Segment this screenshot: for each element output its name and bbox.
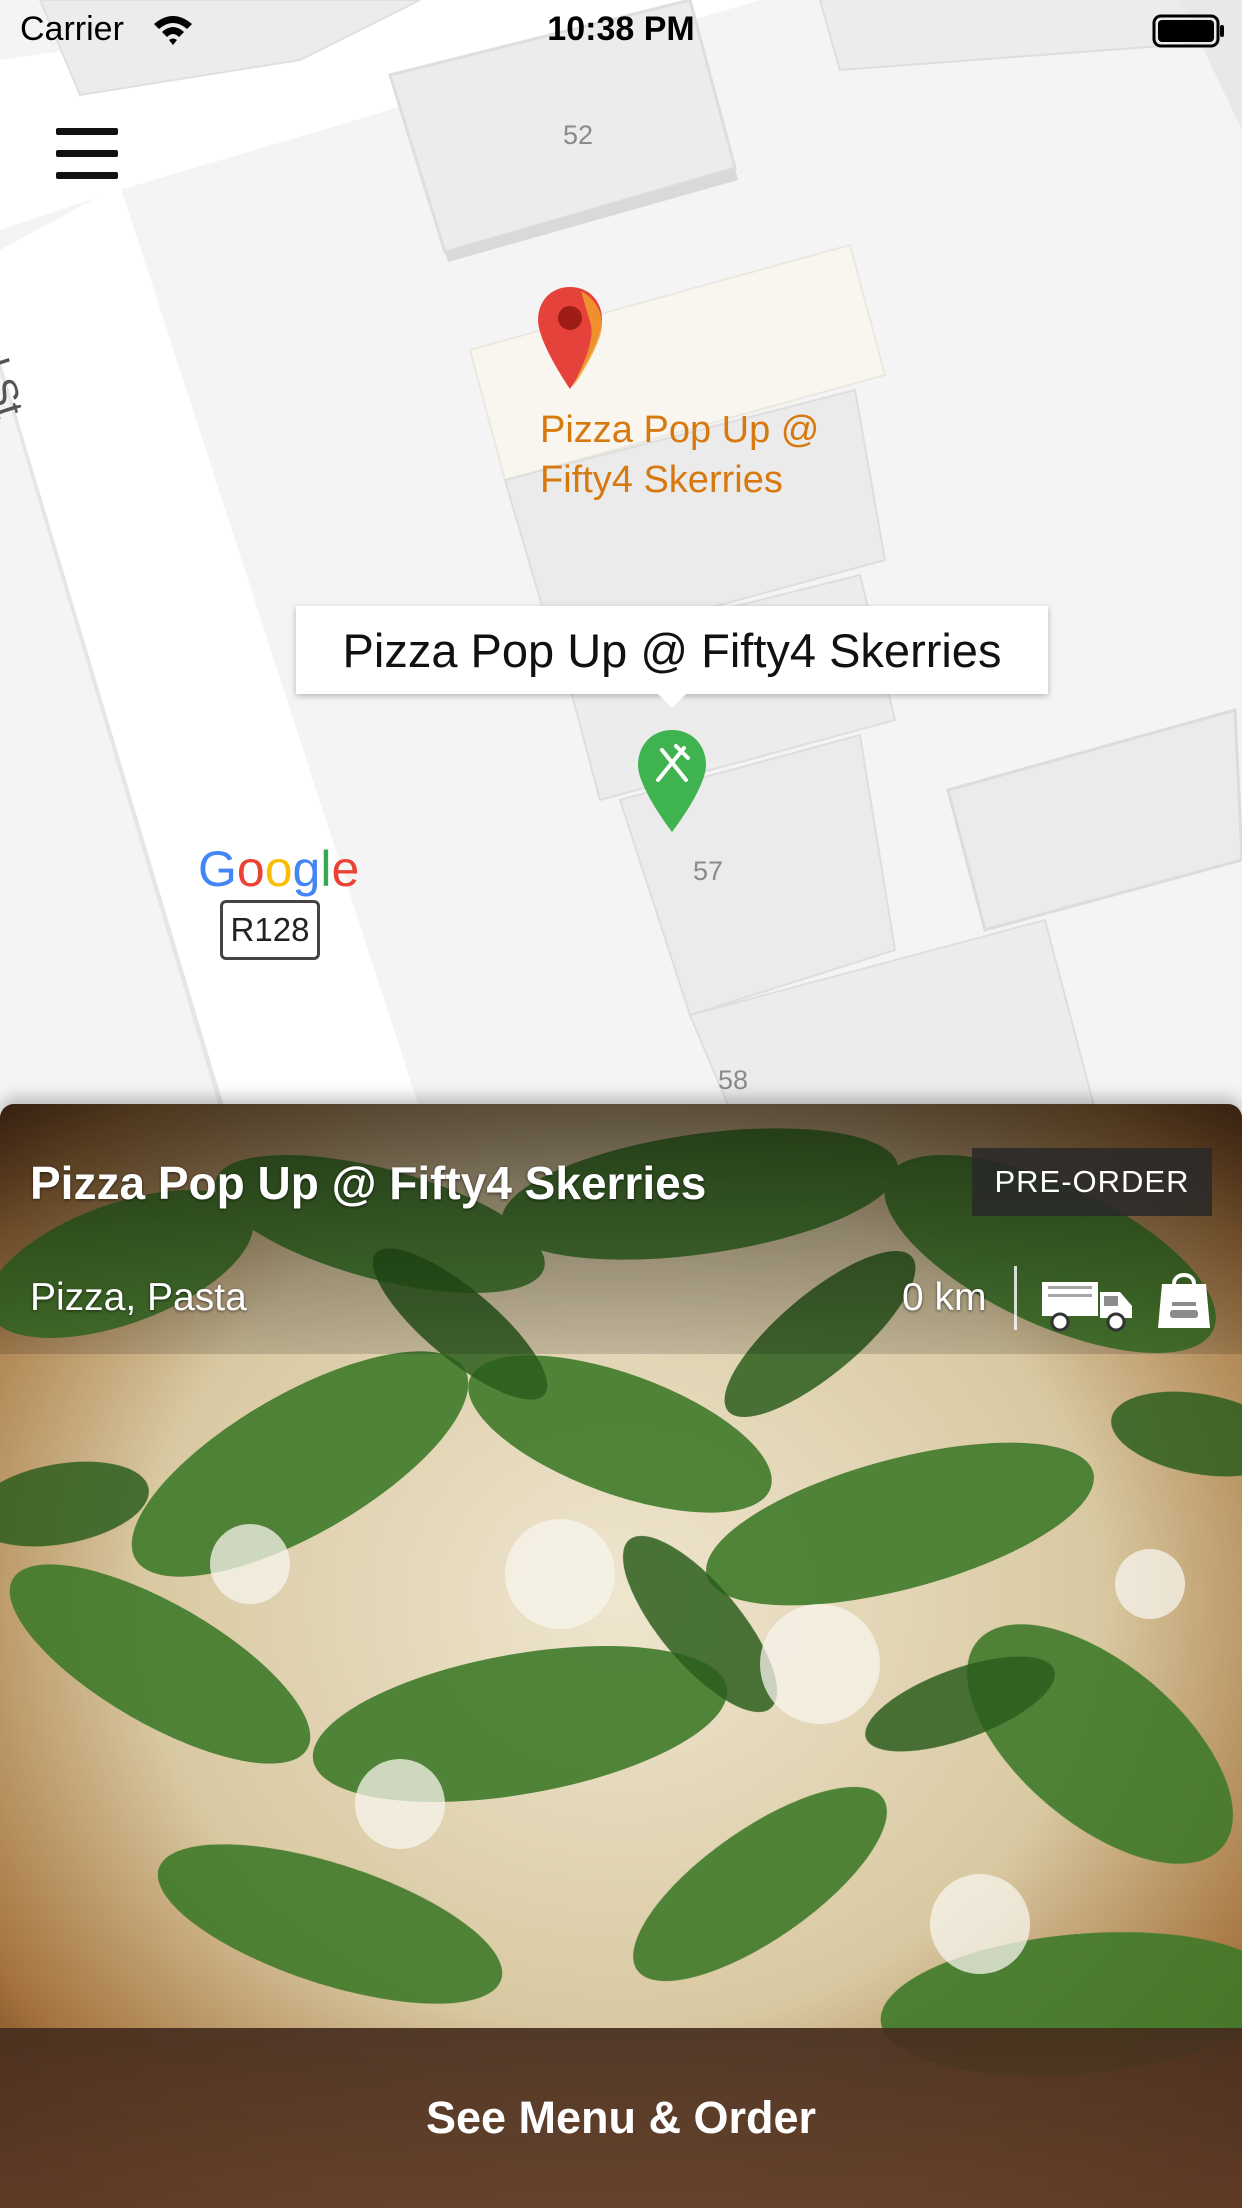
see-menu-order-button[interactable]: See Menu & Order	[0, 2028, 1242, 2208]
restaurant-name: Pizza Pop Up @ Fifty4 Skerries	[30, 1157, 707, 1209]
poi-label: Pizza Pop Up @ Fifty4 Skerries	[540, 409, 820, 501]
map-tiles	[0, 0, 1242, 1110]
svg-text:Google: Google	[198, 842, 359, 897]
see-menu-order-label: See Menu & Order	[425, 2092, 817, 2143]
restaurant-marker[interactable]	[636, 728, 708, 834]
building-number: 52	[563, 120, 594, 150]
building-number: 58	[718, 1065, 749, 1095]
marker-callout[interactable]: Pizza Pop Up @ Fifty4 Skerries	[296, 606, 1048, 694]
status-bar: Carrier 10:38 PM	[0, 0, 1242, 62]
cuisine-label: Pizza, Pasta	[30, 1276, 247, 1319]
google-logo: Google	[198, 842, 359, 897]
callout-title: Pizza Pop Up @ Fifty4 Skerries	[342, 623, 1002, 677]
map-pin-icon[interactable]	[535, 285, 605, 391]
divider	[1014, 1266, 1017, 1330]
delivery-truck-icon	[1042, 1282, 1132, 1332]
callout-pointer	[656, 692, 688, 708]
shopping-bag-icon	[1158, 1273, 1210, 1328]
route-badge: R128	[220, 900, 320, 960]
battery-icon	[1152, 14, 1224, 48]
restaurant-card[interactable]: Pizza Pop Up @ Fifty4 Skerries PRE-ORDER…	[0, 1104, 1242, 2208]
building-number: 57	[693, 856, 724, 886]
distance-label: 0 km	[902, 1276, 987, 1319]
hamburger-menu-icon[interactable]	[52, 124, 122, 186]
map-view[interactable]: Carrier 10:38 PM Strand St 52 57 58 Pizz…	[0, 0, 1242, 1110]
clock: 10:38 PM	[547, 10, 695, 48]
preorder-badge: PRE-ORDER	[972, 1148, 1212, 1216]
